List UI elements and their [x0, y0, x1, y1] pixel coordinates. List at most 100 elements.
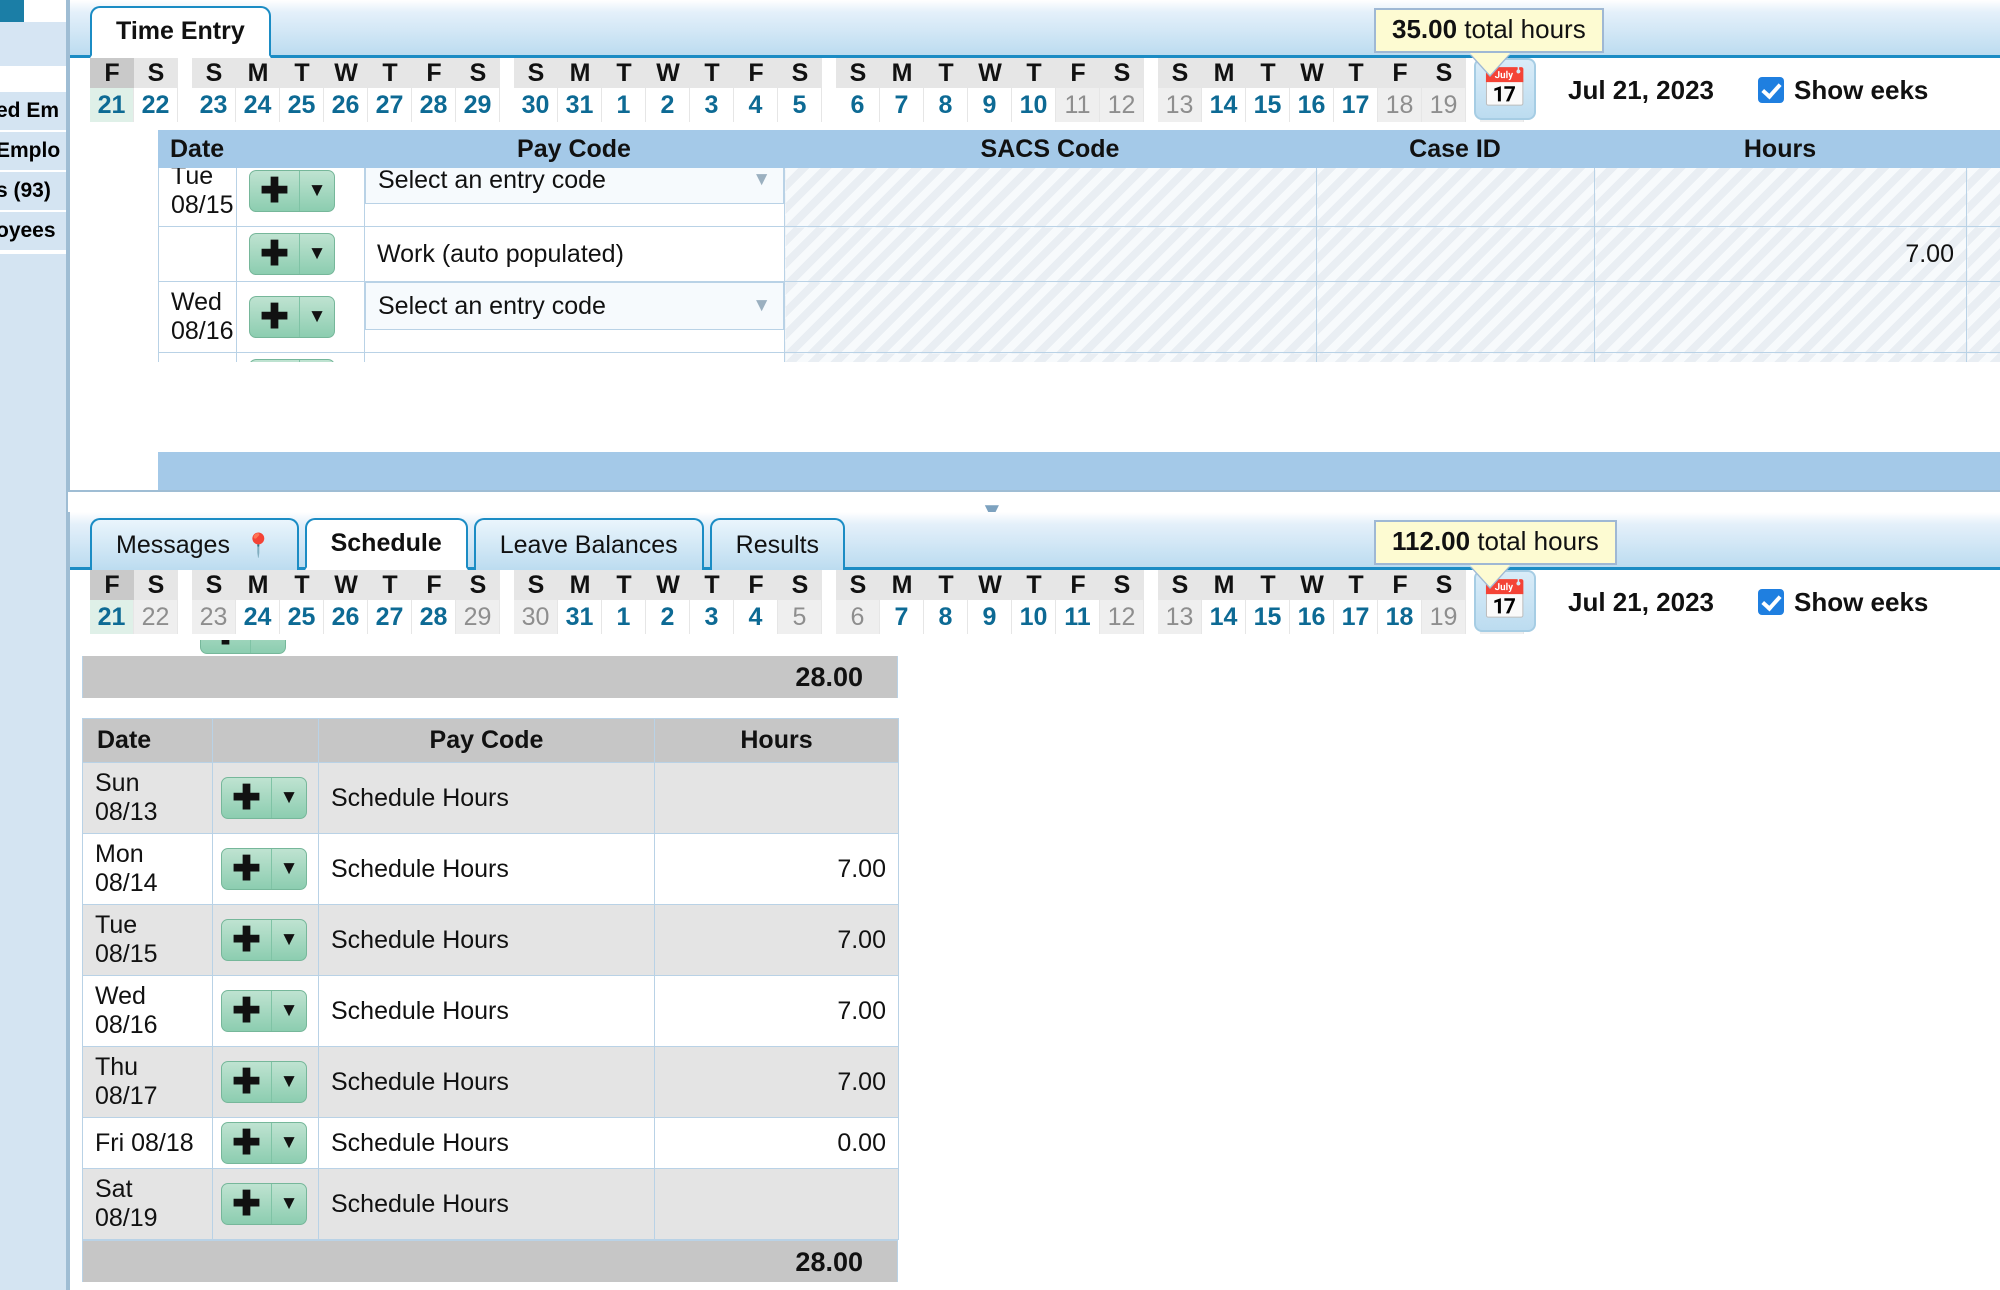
day-number[interactable]: 2 [646, 88, 690, 122]
schedule_panel-day-2[interactable]: W2 [646, 570, 690, 634]
time-entry-pay-code-cell[interactable]: Work (auto populated) [364, 226, 785, 282]
time-entry-case-id-cell[interactable] [1316, 352, 1595, 362]
day-number[interactable]: 22 [134, 600, 178, 634]
time-entry-unit-cell[interactable] [1966, 352, 2000, 362]
time-entry-sacs-cell[interactable] [784, 281, 1317, 353]
time-entry-unit-cell[interactable] [1966, 226, 2000, 282]
day-number[interactable]: 16 [1290, 88, 1334, 122]
schedule-pay-code-cell[interactable]: Schedule Hours [318, 762, 655, 834]
day-number[interactable]: 9 [968, 88, 1012, 122]
schedule-pay-code-cell[interactable]: Schedule Hours [318, 975, 655, 1047]
day-number[interactable]: 30 [514, 600, 558, 634]
time_entry_panel-day-23[interactable]: S 23 [192, 58, 236, 122]
schedule-pay-code-cell[interactable]: Schedule Hours [318, 904, 655, 976]
day-number[interactable]: 2 [646, 600, 690, 634]
day-number[interactable]: 24 [236, 600, 280, 634]
day-number[interactable]: 15 [1246, 600, 1290, 634]
time_entry_panel-day-2[interactable]: W2 [646, 58, 690, 122]
time-entry-hours-cell[interactable]: 7.00 [1594, 226, 1967, 282]
schedule_panel-tab-messages[interactable]: Messages 📍 [90, 518, 299, 570]
schedule-hours-cell[interactable]: 7.00 [654, 833, 899, 905]
time-entry-hours-cell[interactable]: 7.00 [1594, 352, 1967, 362]
schedule_panel-day-6[interactable]: S6 [836, 570, 880, 634]
time_entry_panel-day-13[interactable]: S 13 [1158, 58, 1202, 122]
day-number[interactable]: 15 [1246, 88, 1290, 122]
time_entry_panel-day-29[interactable]: S 29 [456, 58, 500, 122]
day-number[interactable]: 8 [924, 600, 968, 634]
time-entry-show-weeks-toggle[interactable]: Show eeks [1758, 75, 1928, 106]
plus-dropdown-button[interactable]: ✚▼ [249, 170, 335, 212]
schedule_panel-day-30[interactable]: S 30 [514, 570, 558, 634]
schedule_panel-day-21[interactable]: F 21 [90, 570, 134, 634]
time_entry_panel-day-1[interactable]: T1 [602, 58, 646, 122]
schedule-show-weeks-toggle[interactable]: Show eeks [1758, 587, 1928, 618]
time_entry_panel-day-24[interactable]: M 24 [236, 58, 280, 122]
schedule_panel-day-26[interactable]: W 26 [324, 570, 368, 634]
plus-dropdown-button[interactable]: ✚▼ [221, 777, 307, 819]
time-entry-case-id-cell[interactable] [1316, 281, 1595, 353]
day-number[interactable]: 13 [1158, 88, 1202, 122]
time_entry_panel-day-11[interactable]: F 11 [1056, 58, 1100, 122]
time-entry-sacs-cell[interactable] [784, 352, 1317, 362]
day-number[interactable]: 25 [280, 88, 324, 122]
day-number[interactable]: 26 [324, 600, 368, 634]
time_entry_panel-day-9[interactable]: W9 [968, 58, 1012, 122]
time_entry_panel-day-25[interactable]: T 25 [280, 58, 324, 122]
time-entry-unit-cell[interactable] [1966, 281, 2000, 353]
day-number[interactable]: 27 [368, 600, 412, 634]
day-number[interactable]: 16 [1290, 600, 1334, 634]
schedule_panel-day-16[interactable]: W 16 [1290, 570, 1334, 634]
time-entry-pay-code-cell[interactable]: Work (auto populated) [364, 352, 785, 362]
plus-dropdown-button[interactable]: ✚▼ [221, 1122, 307, 1164]
day-number[interactable]: 14 [1202, 600, 1246, 634]
schedule-pay-code-cell[interactable]: Schedule Hours [318, 833, 655, 905]
time_entry_panel-day-17[interactable]: T 17 [1334, 58, 1378, 122]
time_entry_panel-day-21[interactable]: F 21 [90, 58, 134, 122]
schedule-pay-code-cell[interactable]: Schedule Hours [318, 1117, 655, 1169]
day-number[interactable]: 29 [456, 88, 500, 122]
schedule-show-weeks-checkbox[interactable] [1758, 589, 1784, 615]
plus-dropdown-button[interactable]: ✚ ▼ [200, 640, 286, 654]
day-number[interactable]: 12 [1100, 88, 1144, 122]
schedule_panel-day-7[interactable]: M7 [880, 570, 924, 634]
time-entry-sacs-cell[interactable] [784, 226, 1317, 282]
day-number[interactable]: 8 [924, 88, 968, 122]
time_entry_panel-day-15[interactable]: T 15 [1246, 58, 1290, 122]
sidebar-item-0[interactable]: ed Em [0, 92, 66, 132]
day-number[interactable]: 21 [90, 88, 134, 122]
schedule_panel-day-23[interactable]: S 23 [192, 570, 236, 634]
schedule_panel-day-17[interactable]: T 17 [1334, 570, 1378, 634]
time_entry_panel-tab-time-entry[interactable]: Time Entry [90, 6, 271, 58]
sidebar-item-3[interactable]: oyees [0, 212, 66, 252]
time_entry_panel-day-26[interactable]: W 26 [324, 58, 368, 122]
schedule_panel-day-4[interactable]: F4 [734, 570, 778, 634]
chevron-down-icon[interactable]: ▼ [752, 169, 771, 191]
day-number[interactable]: 25 [280, 600, 324, 634]
day-number[interactable]: 1 [602, 88, 646, 122]
schedule_panel-tab-leave-balances[interactable]: Leave Balances [473, 518, 704, 570]
schedule-hours-cell[interactable] [654, 1168, 899, 1240]
day-number[interactable]: 14 [1202, 88, 1246, 122]
time_entry_panel-day-31[interactable]: M 31 [558, 58, 602, 122]
schedule_panel-day-3[interactable]: T3 [690, 570, 734, 634]
time_entry_panel-day-27[interactable]: T 27 [368, 58, 412, 122]
time-entry-hours-cell[interactable] [1594, 281, 1967, 353]
time_entry_panel-day-10[interactable]: T 10 [1012, 58, 1056, 122]
schedule-hours-cell[interactable] [654, 762, 899, 834]
schedule_panel-day-31[interactable]: M 31 [558, 570, 602, 634]
schedule-hours-cell[interactable]: 0.00 [654, 1117, 899, 1169]
schedule_panel-day-14[interactable]: M 14 [1202, 570, 1246, 634]
schedule_panel-day-9[interactable]: W9 [968, 570, 1012, 634]
time_entry_panel-day-5[interactable]: S5 [778, 58, 822, 122]
schedule_panel-day-15[interactable]: T 15 [1246, 570, 1290, 634]
schedule_panel-tab-results[interactable]: Results [709, 518, 846, 570]
schedule-hours-cell[interactable]: 7.00 [654, 904, 899, 976]
plus-dropdown-button[interactable]: ✚▼ [221, 848, 307, 890]
day-number[interactable]: 4 [734, 88, 778, 122]
day-number[interactable]: 31 [558, 600, 602, 634]
schedule_panel-day-29[interactable]: S 29 [456, 570, 500, 634]
schedule_panel-day-1[interactable]: T1 [602, 570, 646, 634]
plus-dropdown-button[interactable]: ✚▼ [221, 1183, 307, 1225]
day-number[interactable]: 17 [1334, 88, 1378, 122]
day-number[interactable]: 19 [1422, 88, 1466, 122]
